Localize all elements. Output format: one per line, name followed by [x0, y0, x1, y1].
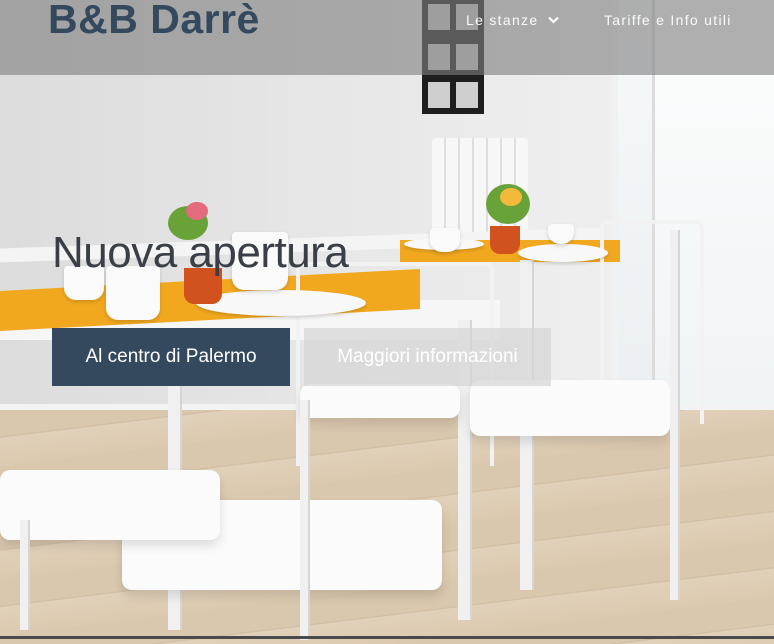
- hero-background-photo: [0, 0, 774, 644]
- center-palermo-button[interactable]: Al centro di Palermo: [52, 328, 290, 386]
- nav-item-label: Le stanze: [466, 12, 539, 28]
- hero-title: Nuova apertura: [52, 228, 349, 277]
- chevron-down-icon: [548, 11, 560, 27]
- site-header: B&B Darrè Le stanze Tariffe e Info utili: [0, 0, 774, 75]
- divider: [0, 636, 774, 639]
- nav-item-label: Tariffe e Info utili: [604, 12, 732, 28]
- more-info-button[interactable]: Maggiori informazioni: [304, 328, 551, 386]
- nav-item-rooms[interactable]: Le stanze: [466, 11, 560, 28]
- nav-item-rates[interactable]: Tariffe e Info utili: [604, 12, 732, 28]
- site-logo[interactable]: B&B Darrè: [48, 0, 260, 43]
